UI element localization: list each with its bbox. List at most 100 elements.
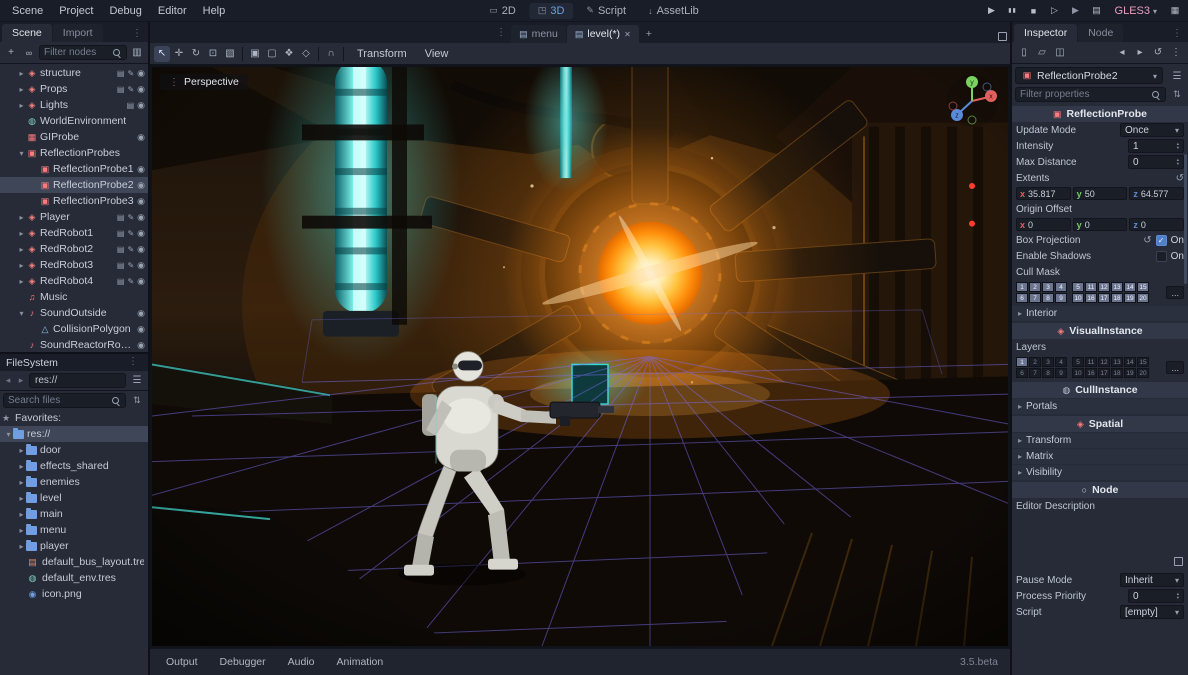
- filesystem-item[interactable]: main: [0, 506, 148, 522]
- layer-cell[interactable]: 16: [1085, 368, 1097, 378]
- expand-arrow-icon[interactable]: [17, 245, 26, 254]
- expand-arrow-icon[interactable]: [17, 85, 26, 94]
- scene-tree-item[interactable]: RedRobot4: [0, 273, 148, 289]
- dock-tab[interactable]: Scene: [2, 24, 52, 42]
- spinner-arrows-icon[interactable]: [1177, 592, 1179, 600]
- origin-x-field[interactable]: x0: [1016, 218, 1071, 231]
- scene-tree-item[interactable]: Player: [0, 209, 148, 225]
- ungroup-button[interactable]: [298, 46, 314, 62]
- layer-cell[interactable]: 17: [1098, 368, 1110, 378]
- extra-options-icon[interactable]: [1169, 68, 1185, 84]
- menu-item[interactable]: Debug: [101, 3, 149, 19]
- scene-tree-item[interactable]: ReflectionProbe2: [0, 177, 148, 193]
- visibility-eye-icon[interactable]: [137, 132, 145, 143]
- snap-button[interactable]: [323, 46, 339, 62]
- lock-button[interactable]: [247, 46, 263, 62]
- cull-mask-cell[interactable]: 18: [1111, 293, 1123, 303]
- visibility-eye-icon[interactable]: [137, 180, 145, 191]
- layer-cell[interactable]: 12: [1098, 357, 1110, 367]
- visibility-eye-icon[interactable]: [137, 244, 145, 255]
- filesystem-item[interactable]: player: [0, 538, 148, 554]
- script-icon[interactable]: [127, 245, 134, 254]
- filesystem-item[interactable]: res://: [0, 426, 148, 442]
- scale-tool-button[interactable]: [205, 46, 221, 62]
- layer-cell[interactable]: 19: [1124, 368, 1136, 378]
- editor-description-area[interactable]: [1012, 514, 1188, 572]
- dock-tab[interactable]: Inspector: [1014, 24, 1078, 42]
- expand-arrow-icon[interactable]: [17, 149, 26, 158]
- perspective-menu[interactable]: Perspective: [160, 74, 248, 90]
- movie-maker-button[interactable]: [1088, 3, 1106, 19]
- scene-tree-item[interactable]: RedRobot2: [0, 241, 148, 257]
- stop-button[interactable]: [1025, 3, 1043, 19]
- revert-icon[interactable]: [1143, 235, 1151, 246]
- scrollbar-thumb[interactable]: [1184, 154, 1187, 284]
- property-tools-icon[interactable]: [1169, 87, 1185, 103]
- cull-mask-cell[interactable]: 11: [1085, 282, 1097, 292]
- cull-mask-cell[interactable]: 4: [1055, 282, 1067, 292]
- scene-tree-item[interactable]: SoundOutside: [0, 305, 148, 321]
- scene-tree-item[interactable]: structure: [0, 65, 148, 81]
- save-resource-button[interactable]: [1052, 45, 1068, 61]
- layer-cell[interactable]: 20: [1137, 368, 1149, 378]
- section-visibility[interactable]: Visibility: [1012, 465, 1188, 480]
- bottom-panel-tab[interactable]: Debugger: [210, 652, 276, 672]
- section-portals[interactable]: Portals: [1012, 399, 1188, 414]
- cull-mask-cell[interactable]: 19: [1124, 293, 1136, 303]
- scene-tree-item[interactable]: CollisionPolygon: [0, 321, 148, 337]
- menu-item[interactable]: Scene: [4, 3, 51, 19]
- group-button[interactable]: [281, 46, 297, 62]
- scene-tree-item[interactable]: ReflectionProbe3: [0, 193, 148, 209]
- scene-instance-icon[interactable]: [117, 245, 125, 254]
- scene-instance-icon[interactable]: [117, 85, 125, 94]
- back-icon[interactable]: [3, 375, 13, 386]
- expand-arrow-icon[interactable]: [17, 446, 26, 455]
- visibility-eye-icon[interactable]: [137, 196, 145, 207]
- expand-icon[interactable]: [1174, 557, 1183, 566]
- scene-tree-item[interactable]: RedRobot1: [0, 225, 148, 241]
- expand-arrow-icon[interactable]: [17, 526, 26, 535]
- scene-tree-item[interactable]: ReflectionProbe1: [0, 161, 148, 177]
- filesystem-item[interactable]: default_bus_layout.tres: [0, 554, 148, 570]
- filesystem-item[interactable]: menu: [0, 522, 148, 538]
- pause-mode-dropdown[interactable]: Inherit: [1120, 573, 1184, 587]
- layer-cell[interactable]: 1: [1016, 357, 1028, 367]
- layer-cell[interactable]: 4: [1055, 357, 1067, 367]
- filesystem-item[interactable]: icon.png: [0, 586, 148, 602]
- section-transform[interactable]: Transform: [1012, 433, 1188, 448]
- process-priority-field[interactable]: 0: [1128, 589, 1184, 603]
- filter-nodes-input[interactable]: Filter nodes: [39, 45, 127, 60]
- section-matrix[interactable]: Matrix: [1012, 449, 1188, 464]
- cull-mask-cell[interactable]: 17: [1098, 293, 1110, 303]
- visibility-eye-icon[interactable]: [137, 276, 145, 287]
- visibility-eye-icon[interactable]: [137, 68, 145, 79]
- scene-tree-item[interactable]: GIProbe: [0, 129, 148, 145]
- scene-instance-icon[interactable]: [117, 277, 125, 286]
- expand-arrow-icon[interactable]: [17, 478, 26, 487]
- viewport-menu[interactable]: View: [416, 46, 458, 62]
- scene-tree-item[interactable]: Music: [0, 289, 148, 305]
- cull-mask-cell[interactable]: 5: [1072, 282, 1084, 292]
- history-button[interactable]: [1150, 45, 1166, 61]
- play-button[interactable]: [983, 3, 1001, 19]
- menu-item[interactable]: Project: [51, 3, 101, 19]
- layer-cell[interactable]: 7: [1029, 368, 1041, 378]
- scene-tree-item[interactable]: Lights: [0, 97, 148, 113]
- expand-arrow-icon[interactable]: [17, 101, 26, 110]
- visibility-eye-icon[interactable]: [137, 308, 145, 319]
- layer-cell[interactable]: 14: [1124, 357, 1136, 367]
- scene-tree-item[interactable]: Props: [0, 81, 148, 97]
- revert-icon[interactable]: [1176, 173, 1184, 184]
- cull-mask-cell[interactable]: 15: [1137, 282, 1149, 292]
- extents-y-field[interactable]: y 50: [1072, 187, 1128, 200]
- scene-instance-icon[interactable]: [127, 101, 135, 110]
- filesystem-item[interactable]: level: [0, 490, 148, 506]
- bottom-panel-tab[interactable]: Animation: [327, 652, 394, 672]
- layer-cell[interactable]: 15: [1137, 357, 1149, 367]
- layer-cell[interactable]: 5: [1072, 357, 1084, 367]
- path-field[interactable]: res://: [29, 373, 126, 388]
- new-scene-tab-button[interactable]: [640, 25, 658, 43]
- layer-cell[interactable]: 3: [1042, 357, 1054, 367]
- workspace-button[interactable]: 3D: [528, 2, 574, 19]
- layer-cell[interactable]: 10: [1072, 368, 1084, 378]
